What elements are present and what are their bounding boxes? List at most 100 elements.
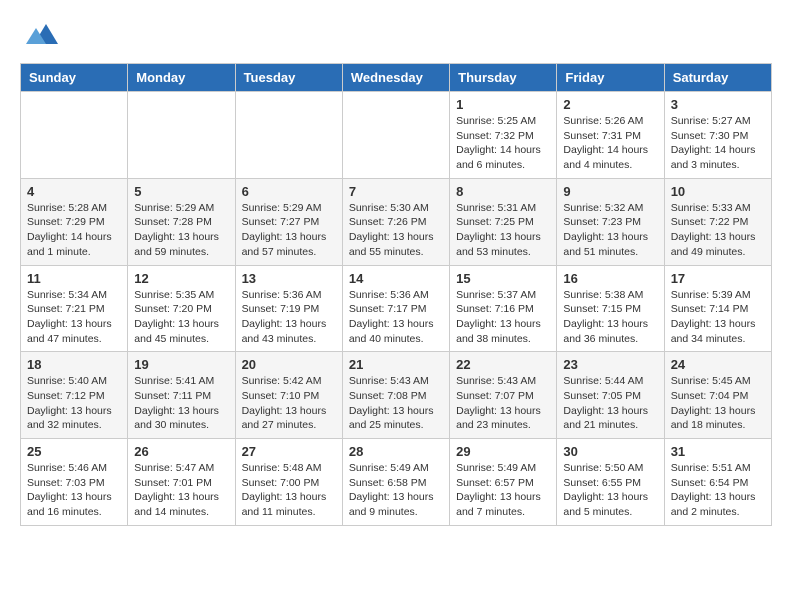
day-info: Sunrise: 5:27 AM Sunset: 7:30 PM Dayligh… — [671, 114, 765, 173]
calendar-cell: 11 Sunrise: 5:34 AM Sunset: 7:21 PM Dayli… — [21, 265, 128, 352]
day-number: 11 — [27, 271, 121, 286]
logo-icon — [26, 20, 58, 53]
day-number: 25 — [27, 444, 121, 459]
calendar-cell: 9 Sunrise: 5:32 AM Sunset: 7:23 PM Daylig… — [557, 178, 664, 265]
day-info: Sunrise: 5:38 AM Sunset: 7:15 PM Dayligh… — [563, 288, 657, 347]
calendar-cell: 14 Sunrise: 5:36 AM Sunset: 7:17 PM Dayli… — [342, 265, 449, 352]
calendar-cell: 18 Sunrise: 5:40 AM Sunset: 7:12 PM Dayli… — [21, 352, 128, 439]
calendar-cell: 13 Sunrise: 5:36 AM Sunset: 7:19 PM Dayli… — [235, 265, 342, 352]
calendar-cell: 3 Sunrise: 5:27 AM Sunset: 7:30 PM Daylig… — [664, 92, 771, 179]
day-number: 15 — [456, 271, 550, 286]
calendar-cell: 4 Sunrise: 5:28 AM Sunset: 7:29 PM Daylig… — [21, 178, 128, 265]
day-number: 12 — [134, 271, 228, 286]
calendar-cell: 21 Sunrise: 5:43 AM Sunset: 7:08 PM Dayli… — [342, 352, 449, 439]
calendar-cell — [21, 92, 128, 179]
day-info: Sunrise: 5:28 AM Sunset: 7:29 PM Dayligh… — [27, 201, 121, 260]
calendar-cell: 25 Sunrise: 5:46 AM Sunset: 7:03 PM Dayli… — [21, 439, 128, 526]
weekday-header-row: SundayMondayTuesdayWednesdayThursdayFrid… — [21, 64, 772, 92]
day-info: Sunrise: 5:48 AM Sunset: 7:00 PM Dayligh… — [242, 461, 336, 520]
calendar-cell: 29Sunrise: 5:49 AM Sunset: 6:57 PM Dayli… — [450, 439, 557, 526]
day-number: 13 — [242, 271, 336, 286]
day-info: Sunrise: 5:42 AM Sunset: 7:10 PM Dayligh… — [242, 374, 336, 433]
day-number: 14 — [349, 271, 443, 286]
day-number: 8 — [456, 184, 550, 199]
day-info: Sunrise: 5:51 AM Sunset: 6:54 PM Dayligh… — [671, 461, 765, 520]
calendar-cell: 6 Sunrise: 5:29 AM Sunset: 7:27 PM Daylig… — [235, 178, 342, 265]
day-number: 9 — [563, 184, 657, 199]
day-info: Sunrise: 5:32 AM Sunset: 7:23 PM Dayligh… — [563, 201, 657, 260]
day-number: 3 — [671, 97, 765, 112]
day-number: 18 — [27, 357, 121, 372]
day-number: 2 — [563, 97, 657, 112]
weekday-header-friday: Friday — [557, 64, 664, 92]
calendar-cell — [128, 92, 235, 179]
calendar-cell: 20 Sunrise: 5:42 AM Sunset: 7:10 PM Dayli… — [235, 352, 342, 439]
day-number: 31 — [671, 444, 765, 459]
day-info: Sunrise: 5:44 AM Sunset: 7:05 PM Dayligh… — [563, 374, 657, 433]
day-number: 21 — [349, 357, 443, 372]
day-number: 22 — [456, 357, 550, 372]
weekday-header-saturday: Saturday — [664, 64, 771, 92]
calendar-cell: 23 Sunrise: 5:44 AM Sunset: 7:05 PM Dayli… — [557, 352, 664, 439]
weekday-header-sunday: Sunday — [21, 64, 128, 92]
weekday-header-thursday: Thursday — [450, 64, 557, 92]
calendar-cell: 24 Sunrise: 5:45 AM Sunset: 7:04 PM Dayli… — [664, 352, 771, 439]
weekday-header-wednesday: Wednesday — [342, 64, 449, 92]
day-info: Sunrise: 5:29 AM Sunset: 7:27 PM Dayligh… — [242, 201, 336, 260]
day-info: Sunrise: 5:50 AM Sunset: 6:55 PM Dayligh… — [563, 461, 657, 520]
day-number: 1 — [456, 97, 550, 112]
calendar-week-1: 1 Sunrise: 5:25 AM Sunset: 7:32 PM Daylig… — [21, 92, 772, 179]
calendar-week-4: 18 Sunrise: 5:40 AM Sunset: 7:12 PM Dayli… — [21, 352, 772, 439]
calendar-cell: 7Sunrise: 5:30 AM Sunset: 7:26 PM Daylig… — [342, 178, 449, 265]
day-info: Sunrise: 5:25 AM Sunset: 7:32 PM Dayligh… — [456, 114, 550, 173]
page-header — [20, 20, 772, 53]
day-info: Sunrise: 5:43 AM Sunset: 7:08 PM Dayligh… — [349, 374, 443, 433]
calendar-week-2: 4 Sunrise: 5:28 AM Sunset: 7:29 PM Daylig… — [21, 178, 772, 265]
day-info: Sunrise: 5:45 AM Sunset: 7:04 PM Dayligh… — [671, 374, 765, 433]
day-info: Sunrise: 5:34 AM Sunset: 7:21 PM Dayligh… — [27, 288, 121, 347]
calendar-cell: 2Sunrise: 5:26 AM Sunset: 7:31 PM Daylig… — [557, 92, 664, 179]
weekday-header-monday: Monday — [128, 64, 235, 92]
day-info: Sunrise: 5:43 AM Sunset: 7:07 PM Dayligh… — [456, 374, 550, 433]
day-number: 10 — [671, 184, 765, 199]
day-info: Sunrise: 5:39 AM Sunset: 7:14 PM Dayligh… — [671, 288, 765, 347]
day-info: Sunrise: 5:31 AM Sunset: 7:25 PM Dayligh… — [456, 201, 550, 260]
day-number: 16 — [563, 271, 657, 286]
calendar-cell: 27 Sunrise: 5:48 AM Sunset: 7:00 PM Dayli… — [235, 439, 342, 526]
day-number: 4 — [27, 184, 121, 199]
day-number: 17 — [671, 271, 765, 286]
day-info: Sunrise: 5:47 AM Sunset: 7:01 PM Dayligh… — [134, 461, 228, 520]
day-info: Sunrise: 5:36 AM Sunset: 7:19 PM Dayligh… — [242, 288, 336, 347]
calendar-cell: 1 Sunrise: 5:25 AM Sunset: 7:32 PM Daylig… — [450, 92, 557, 179]
day-info: Sunrise: 5:30 AM Sunset: 7:26 PM Dayligh… — [349, 201, 443, 260]
calendar-table: SundayMondayTuesdayWednesdayThursdayFrid… — [20, 63, 772, 526]
calendar-cell: 26 Sunrise: 5:47 AM Sunset: 7:01 PM Dayli… — [128, 439, 235, 526]
day-info: Sunrise: 5:37 AM Sunset: 7:16 PM Dayligh… — [456, 288, 550, 347]
day-info: Sunrise: 5:49 AM Sunset: 6:58 PM Dayligh… — [349, 461, 443, 520]
day-number: 27 — [242, 444, 336, 459]
day-info: Sunrise: 5:36 AM Sunset: 7:17 PM Dayligh… — [349, 288, 443, 347]
calendar-cell: 15 Sunrise: 5:37 AM Sunset: 7:16 PM Dayli… — [450, 265, 557, 352]
calendar-cell: 17 Sunrise: 5:39 AM Sunset: 7:14 PM Dayli… — [664, 265, 771, 352]
day-number: 6 — [242, 184, 336, 199]
day-number: 20 — [242, 357, 336, 372]
day-number: 24 — [671, 357, 765, 372]
day-number: 5 — [134, 184, 228, 199]
day-info: Sunrise: 5:35 AM Sunset: 7:20 PM Dayligh… — [134, 288, 228, 347]
day-info: Sunrise: 5:40 AM Sunset: 7:12 PM Dayligh… — [27, 374, 121, 433]
day-number: 28 — [349, 444, 443, 459]
calendar-cell: 5Sunrise: 5:29 AM Sunset: 7:28 PM Daylig… — [128, 178, 235, 265]
calendar-cell: 10Sunrise: 5:33 AM Sunset: 7:22 PM Dayli… — [664, 178, 771, 265]
calendar-week-5: 25 Sunrise: 5:46 AM Sunset: 7:03 PM Dayli… — [21, 439, 772, 526]
day-number: 23 — [563, 357, 657, 372]
calendar-cell: 31 Sunrise: 5:51 AM Sunset: 6:54 PM Dayli… — [664, 439, 771, 526]
day-info: Sunrise: 5:46 AM Sunset: 7:03 PM Dayligh… — [27, 461, 121, 520]
day-info: Sunrise: 5:49 AM Sunset: 6:57 PM Dayligh… — [456, 461, 550, 520]
weekday-header-tuesday: Tuesday — [235, 64, 342, 92]
day-info: Sunrise: 5:41 AM Sunset: 7:11 PM Dayligh… — [134, 374, 228, 433]
day-number: 19 — [134, 357, 228, 372]
calendar-week-3: 11 Sunrise: 5:34 AM Sunset: 7:21 PM Dayli… — [21, 265, 772, 352]
day-number: 30 — [563, 444, 657, 459]
calendar-cell — [342, 92, 449, 179]
day-number: 26 — [134, 444, 228, 459]
